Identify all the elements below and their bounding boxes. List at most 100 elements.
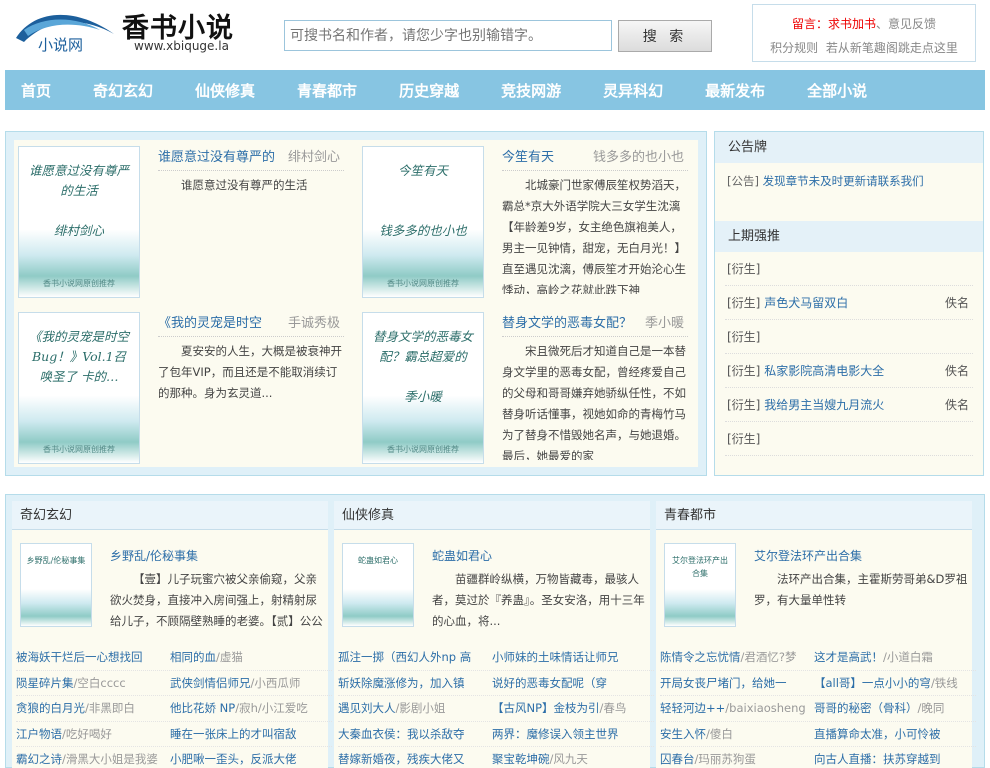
cover-footer: 香书小说网原创推荐: [387, 279, 459, 288]
list-item-link[interactable]: 他比花娇 NP/寂h/小江爱吃: [170, 696, 324, 721]
list-row: 大秦血衣侯：我以杀敌夺 两界：魔修误入领主世界: [338, 722, 654, 747]
list-item-link[interactable]: 睡在一张床上的才叫宿敌: [170, 722, 324, 747]
search-button[interactable]: 搜 索: [618, 20, 712, 52]
cover-footer: 香书小说网原创推荐: [43, 279, 115, 288]
top-links-row-2: 积分规则 若从新笔趣阁跳走点这里: [753, 36, 975, 60]
list-item-link[interactable]: 这才是高武！/小道白霜: [814, 645, 968, 670]
cover-author: 绯村剑心: [53, 223, 104, 238]
list-item-author: /虚猫: [216, 650, 243, 664]
rank-book-link[interactable]: 私家影院高清电影大全: [764, 364, 884, 378]
rank-item: [衍生] 声色犬马留双白 佚名: [725, 286, 973, 320]
nav-item-fantasy[interactable]: 奇幻玄幻: [83, 70, 163, 110]
list-item-link[interactable]: 直播算命太准，小可怜被: [814, 722, 968, 747]
list-item-author: /小西瓜师: [250, 675, 301, 690]
list-item-author: /晚同: [917, 701, 945, 715]
rank-book-link[interactable]: 声色犬马留双白: [764, 296, 848, 310]
rank-title: 上期强推: [715, 221, 983, 252]
list-item-link[interactable]: 聚宝乾坤碗/风九天: [492, 747, 646, 768]
list-item-link[interactable]: 江户物语/吃好喝好: [16, 722, 170, 747]
nav-item-latest[interactable]: 最新发布: [695, 70, 775, 110]
new-site-link[interactable]: 若从新笔趣阁跳走点这里: [826, 41, 958, 55]
cover-title: 乡野乱/伦秘事集: [26, 556, 86, 565]
book-description: 苗疆群岭纵横，万物皆藏毒，最骇人者，莫过於『养蛊』。圣女安洛，用十三年的心血，将…: [432, 572, 645, 628]
list-item-link[interactable]: 开局女丧尸堵门，给她一: [660, 671, 814, 696]
book-title-link[interactable]: 替身文学的恶毒女配？: [502, 312, 632, 331]
notice-link[interactable]: 发现章节未及时更新请联系我们: [763, 174, 924, 188]
list-item-link[interactable]: 替嫁新婚夜，残疾大佬又: [338, 747, 492, 768]
rank-tag: [衍生]: [727, 432, 761, 446]
list-item-link[interactable]: 陈情令之忘忧情/君酒忆?梦: [660, 645, 814, 670]
nav-item-xianxia[interactable]: 仙侠修真: [185, 70, 265, 110]
book-cover[interactable]: 艾尔登法环产出合集: [664, 543, 736, 627]
list-item-link[interactable]: 两界：魔修误入领主世界: [492, 722, 646, 747]
list-item-author: /寂h: [235, 701, 258, 715]
list-item-link[interactable]: 【古风NP】金枝为引/春鸟: [492, 696, 646, 721]
main-nav: 首页 奇幻玄幻 仙侠修真 青春都市 历史穿越 竞技网游 灵异科幻 最新发布 全部…: [5, 70, 985, 110]
rank-tag: [衍生]: [727, 330, 761, 344]
list-item-author: /小道白霜: [883, 650, 933, 664]
book-description: 谁愿意过没有尊严的生活: [158, 170, 344, 294]
book-title-link[interactable]: 艾尔登法环产出合集: [754, 547, 862, 564]
list-item-link[interactable]: 被海妖干烂后一心想找回: [16, 645, 170, 670]
list-item-link[interactable]: 武侠剑情侣师兄/小西瓜师: [170, 671, 324, 696]
book-cover[interactable]: 今笙有天 钱多多的也小也 香书小说网原创推荐: [362, 146, 484, 298]
list-row: 轻轻河边++/baixiaosheng 哥哥的秘密（骨科）/晚同: [660, 696, 976, 722]
list-item-link[interactable]: 说好的恶毒女配呢（穿: [492, 671, 646, 696]
rank-tag: [衍生]: [727, 398, 761, 412]
list-item-link[interactable]: 相同的血/虚猫: [170, 645, 324, 670]
cover-author: 钱多多的也小也: [379, 223, 467, 238]
list-item-link[interactable]: 贪狼的白月光/非黑即白: [16, 696, 170, 721]
list-item-link[interactable]: 孤注一掷（西幻人外np 高: [338, 645, 492, 670]
search-input[interactable]: [284, 20, 612, 51]
cover-title: 艾尔登法环产出合集: [672, 556, 728, 578]
feedback-link[interactable]: 意见反馈: [888, 17, 936, 31]
list-item-author: /君酒忆?梦: [740, 650, 797, 664]
rank-book-link[interactable]: 我给男主当嫂九月流火: [764, 398, 884, 412]
list-item-link[interactable]: 【all哥】一点小小的穹/铁线: [814, 671, 968, 696]
list-item-link[interactable]: 大秦血衣侯：我以杀敌夺: [338, 722, 492, 747]
book-title-link[interactable]: 谁愿意过没有尊严的: [158, 146, 275, 165]
list-row: 开局女丧尸堵门，给她一 【all哥】一点小小的穹/铁线: [660, 671, 976, 696]
book-cover[interactable]: 谁愿意过没有尊严的生活 绯村剑心 香书小说网原创推荐: [18, 146, 140, 298]
list-item-link[interactable]: 斩妖除魔涨修为，加入镇: [338, 671, 492, 696]
book-description: 法环产出合集，主霍斯劳哥弟&D罗祖罗，有大量单性转: [754, 572, 968, 607]
list-item-link[interactable]: 哥哥的秘密（骨科）/晚同: [814, 696, 968, 721]
notice-tag: [公告]: [727, 174, 759, 188]
list-item-link[interactable]: 囚春台/玛丽苏狗蛋: [660, 747, 814, 768]
nav-item-scifi[interactable]: 灵异科幻: [593, 70, 673, 110]
book-title-link[interactable]: 今笙有天: [502, 146, 554, 165]
book-title-link[interactable]: 《我的灵宠是时空: [158, 312, 262, 331]
list-row: 江户物语/吃好喝好 睡在一张床上的才叫宿敌: [16, 722, 332, 747]
notice-board-title: 公告牌: [715, 132, 983, 163]
points-rule-link[interactable]: 积分规则: [770, 41, 818, 55]
book-title-link[interactable]: 乡野乱/伦秘事集: [110, 547, 198, 564]
list-item-link[interactable]: 遇见刘大人/影剧小姐: [338, 696, 492, 721]
book-cover[interactable]: 蛇蛊如君心: [342, 543, 414, 627]
nav-item-history[interactable]: 历史穿越: [389, 70, 469, 110]
list-item-link[interactable]: 霸幻之诗/滑黑大小姐是我婆: [16, 747, 170, 768]
nav-item-games[interactable]: 竞技网游: [491, 70, 571, 110]
list-item-link[interactable]: 向古人直播：扶苏穿越到: [814, 747, 968, 768]
list-item-link[interactable]: 安生入怀/傻白: [660, 722, 814, 747]
book-list: 孤注一掷（西幻人外np 高小师妹的土味情话让师兄 斩妖除魔涨修为，加入镇 说好的恶毒…: [338, 645, 654, 768]
book-cover[interactable]: 乡野乱/伦秘事集: [20, 543, 92, 627]
site-header: 小说网 香书小说 www.xbiquge.la 搜 索 留言：求书加书、意见反馈…: [0, 0, 990, 70]
book-cover[interactable]: 《我的灵宠是时空Bug！》Vol.1召唤圣了 卡的… 香书小说网原创推荐: [18, 312, 140, 464]
list-row: 替嫁新婚夜，残疾大佬又 聚宝乾坤碗/风九天: [338, 747, 654, 768]
list-item-link[interactable]: 陨星碎片集/空白cccc: [16, 671, 170, 696]
book-cover[interactable]: 替身文学的恶毒女配？霸总超爱的 季小暖 香书小说网原创推荐: [362, 312, 484, 464]
list-row: 贪狼的白月光/非黑即白 他比花娇 NP/寂h/小江爱吃: [16, 696, 332, 722]
list-item-link[interactable]: 小师妹的土味情话让师兄: [492, 645, 646, 670]
list-item-author: /小江爱吃: [257, 701, 308, 715]
featured-grid: 谁愿意过没有尊严的生活 绯村剑心 香书小说网原创推荐 谁愿意过没有尊严的 绯村剑…: [14, 140, 698, 467]
category-title: 仙侠修真: [334, 501, 650, 530]
add-book-link[interactable]: 求书加书: [828, 17, 876, 31]
list-item-author: /baixiaosheng: [725, 701, 806, 715]
nav-item-urban[interactable]: 青春都市: [287, 70, 367, 110]
list-item-link[interactable]: 轻轻河边++/baixiaosheng: [660, 696, 814, 721]
list-item-link[interactable]: 小肥啾一歪头，反派大佬: [170, 747, 324, 768]
cover-footer: 香书小说网原创推荐: [43, 445, 115, 454]
nav-item-all[interactable]: 全部小说: [797, 70, 877, 110]
book-title-link[interactable]: 蛇蛊如君心: [432, 547, 492, 564]
nav-item-home[interactable]: 首页: [11, 70, 61, 110]
